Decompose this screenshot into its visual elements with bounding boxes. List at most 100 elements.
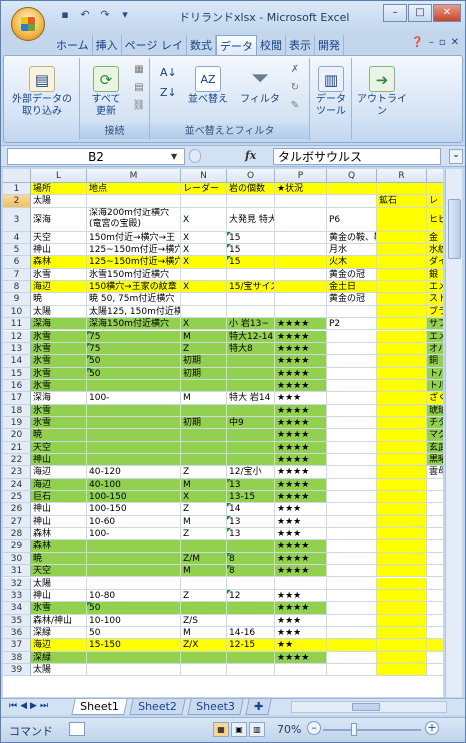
clear-filter-icon[interactable]: ✗ <box>288 64 302 78</box>
cell-o[interactable] <box>227 195 275 208</box>
cell-s[interactable]: 琥珀 <box>427 404 443 417</box>
cell-s[interactable] <box>427 602 443 615</box>
tab-1[interactable]: 挿入 <box>93 35 122 55</box>
cell-l[interactable]: 巨石 <box>31 491 87 504</box>
sheet-nav-icons[interactable]: ⏮◀▶⏭ <box>9 701 51 711</box>
cell-o[interactable]: 特大 岩14 <box>227 392 275 405</box>
cell-r[interactable] <box>377 293 427 306</box>
cell-q[interactable] <box>327 330 377 343</box>
cell-q[interactable] <box>327 663 377 677</box>
cell-m[interactable]: 地点 <box>87 183 181 196</box>
column-header[interactable]: R <box>377 169 427 183</box>
cell-s[interactable]: 玄武 <box>427 441 443 454</box>
row-header[interactable]: 23 <box>3 466 31 479</box>
cell-p[interactable]: ★★★ <box>275 614 327 627</box>
horizontal-scroll-thumb[interactable] <box>352 703 380 711</box>
minimize-button[interactable]: – <box>383 4 407 22</box>
cell-s[interactable]: 銀 <box>427 268 443 282</box>
cell-m[interactable]: 暁 50, 75m付近横穴 <box>87 293 181 306</box>
column-header[interactable]: N <box>181 169 227 183</box>
row-header[interactable]: 8 <box>3 281 31 294</box>
cell-m[interactable]: 50 <box>87 602 181 615</box>
cell-s[interactable] <box>427 615 443 627</box>
name-box-dropdown-icon[interactable]: ▼ <box>171 152 177 161</box>
cell-s[interactable] <box>427 503 443 516</box>
sheet-tab[interactable]: Sheet1 <box>71 699 128 715</box>
cell-r[interactable] <box>377 355 427 368</box>
cell-l[interactable]: 氷雪 <box>31 404 87 417</box>
cell-r[interactable] <box>377 367 427 380</box>
cell-o[interactable] <box>227 602 275 615</box>
zoom-in-icon[interactable]: + <box>425 721 439 735</box>
cell-l[interactable]: 太陽 <box>31 195 87 208</box>
cell-o[interactable]: 小 岩13~ <box>227 318 275 331</box>
row-header[interactable]: 3 <box>3 207 31 232</box>
cell-p[interactable] <box>275 195 327 208</box>
cell-n[interactable]: X <box>181 244 227 257</box>
cell-r[interactable] <box>377 639 427 652</box>
row-header[interactable]: 36 <box>3 626 31 640</box>
cell-p[interactable]: ★★★ <box>275 626 327 640</box>
column-header[interactable]: M <box>87 169 181 183</box>
zoom-level[interactable]: 70% <box>277 723 301 736</box>
cell-s[interactable] <box>427 479 443 492</box>
reapply-icon[interactable]: ↻ <box>288 82 302 96</box>
cell-n[interactable] <box>181 602 227 615</box>
cell-q[interactable] <box>327 540 377 553</box>
cell-m[interactable]: 100- <box>87 528 181 541</box>
cell-o[interactable] <box>227 454 275 467</box>
cell-o[interactable]: 12-15 <box>227 639 275 652</box>
cell-l[interactable]: 神山 <box>31 503 87 516</box>
cell-m[interactable]: 75 <box>87 342 181 356</box>
row-header[interactable]: 37 <box>3 639 31 652</box>
cell-l[interactable]: 氷雪 <box>31 268 87 282</box>
cell-m[interactable]: 深海200m付近横穴 (竜宮の宝殿) <box>87 207 181 232</box>
spreadsheet-grid[interactable]: L M N O P Q R 1 場所 地点 レーダー 岩の個数 ★状況 2 太陽 鉱石レ 3 深海 深海200m付近… <box>3 169 443 697</box>
row-header[interactable]: 9 <box>3 293 31 306</box>
cell-r[interactable] <box>377 404 427 417</box>
cell-l[interactable]: 氷雪 <box>31 342 87 356</box>
cell-p[interactable]: ★★★ <box>275 503 327 516</box>
row-header[interactable]: 11 <box>3 318 31 331</box>
cell-n[interactable] <box>181 293 227 306</box>
cell-m[interactable]: 15-150 <box>87 639 181 652</box>
cell-m[interactable]: 150横穴→王家の紋章 <box>87 281 181 294</box>
ribbon-minimize-icon[interactable]: – <box>429 37 434 48</box>
macro-record-icon[interactable] <box>69 722 85 736</box>
row-header[interactable]: 22 <box>3 454 31 467</box>
cell-n[interactable]: Z/X <box>181 639 227 652</box>
cell-p[interactable] <box>275 305 327 319</box>
cell-o[interactable]: 13 <box>227 528 275 541</box>
cell-r[interactable] <box>377 466 427 479</box>
cell-m[interactable] <box>87 540 181 553</box>
cell-r[interactable] <box>377 552 427 566</box>
redo-icon[interactable]: ↷ <box>97 8 113 21</box>
insert-function-button[interactable]: fx <box>245 149 256 162</box>
cell-m[interactable]: 10-60 <box>87 515 181 529</box>
filter-button[interactable]: ⏷ フィルタ <box>238 66 282 106</box>
outline-button[interactable]: ➔ アウトライン <box>354 66 410 118</box>
cell-p[interactable]: ★状況 <box>275 183 327 196</box>
row-header[interactable]: 14 <box>3 355 31 368</box>
cell-n[interactable]: X <box>181 281 227 294</box>
cell-p[interactable]: ★★★★ <box>275 330 327 343</box>
cell-s[interactable] <box>427 578 443 590</box>
cell-o[interactable] <box>227 293 275 306</box>
cell-p[interactable]: ★★ <box>275 639 327 652</box>
cell-q[interactable] <box>327 639 377 652</box>
cell-s[interactable]: ざく <box>427 392 443 405</box>
cell-p[interactable]: ★★★★ <box>275 466 327 479</box>
cell-l[interactable]: 氷雪 <box>31 330 87 343</box>
column-header[interactable] <box>427 169 443 183</box>
cell-o[interactable] <box>227 379 275 393</box>
cell-m[interactable] <box>87 379 181 393</box>
cell-q[interactable] <box>327 651 377 664</box>
cell-p[interactable]: ★★★★ <box>275 565 327 578</box>
customize-qat-icon[interactable]: ▾ <box>117 8 133 21</box>
cell-q[interactable] <box>327 528 377 541</box>
cell-l[interactable]: 氷雪 <box>31 355 87 368</box>
cell-l[interactable]: 氷雪 <box>31 602 87 615</box>
cell-q[interactable]: 月水 <box>327 244 377 257</box>
cell-r[interactable] <box>377 454 427 467</box>
cell-r[interactable] <box>377 663 427 677</box>
